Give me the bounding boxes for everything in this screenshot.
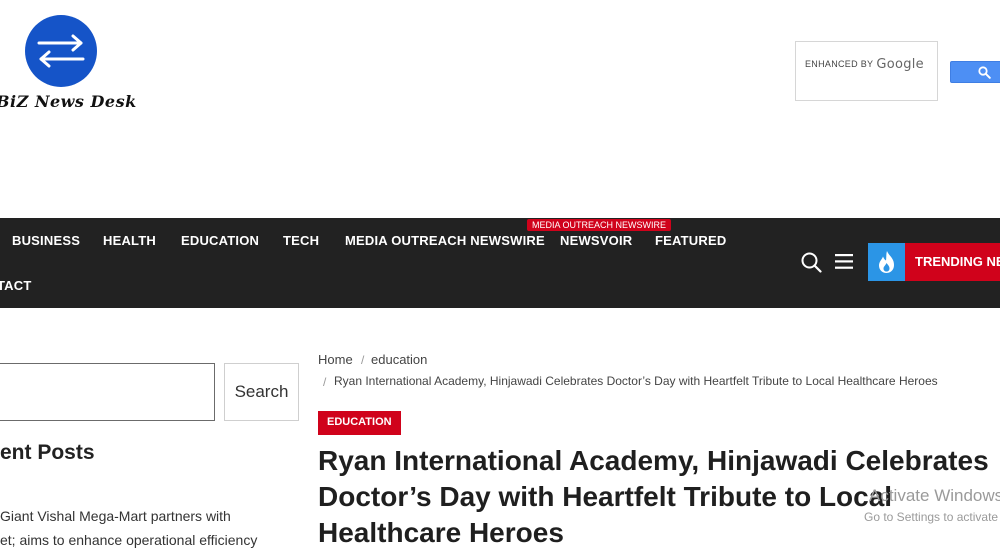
breadcrumb-separator: / <box>361 353 365 367</box>
nav-item-contact[interactable]: TACT <box>0 278 32 293</box>
google-search-button[interactable] <box>950 61 1000 83</box>
windows-watermark-subtitle: Go to Settings to activate Windows. <box>864 510 1000 524</box>
flame-icon <box>879 251 894 273</box>
nav-badge: MEDIA OUTREACH NEWSWIRE <box>527 219 672 231</box>
breadcrumb-home[interactable]: Home <box>318 352 353 367</box>
recent-posts-heading: ent Posts <box>0 441 95 464</box>
trending-button[interactable] <box>868 243 905 281</box>
category-badge[interactable]: EDUCATION <box>318 411 401 435</box>
google-search-input[interactable]: ENHANCED BY Google <box>795 41 938 101</box>
recent-post-link[interactable]: Giant Vishal Mega-Mart partners with <box>0 508 231 524</box>
enhanced-by-text: ENHANCED BY <box>805 59 874 69</box>
breadcrumb-separator: / <box>323 375 327 389</box>
magnifier-icon <box>978 66 991 79</box>
search-icon[interactable] <box>801 252 822 273</box>
nav-item-education[interactable]: EDUCATION <box>181 233 259 248</box>
breadcrumb-current: Ryan International Academy, Hinjawadi Ce… <box>334 374 938 388</box>
nav-item-featured[interactable]: FEATURED <box>655 233 726 248</box>
nav-item-media-outreach[interactable]: MEDIA OUTREACH NEWSWIRE <box>345 233 545 248</box>
nav-item-tech[interactable]: TECH <box>283 233 319 248</box>
nav-item-business[interactable]: BUSINESS <box>12 233 80 248</box>
windows-watermark-title: Activate Windows <box>869 486 1000 505</box>
site-logo-text[interactable]: BiZ News Desk <box>0 92 137 111</box>
hamburger-icon[interactable] <box>835 254 853 269</box>
sidebar-search-button[interactable]: Search <box>224 363 299 421</box>
site-logo[interactable] <box>25 15 97 87</box>
nav-item-newsvoir[interactable]: NEWSVOIR <box>560 233 632 248</box>
breadcrumb-category[interactable]: education <box>371 352 427 367</box>
page: BiZ News Desk ENHANCED BY Google MEDIA OU… <box>0 0 1000 548</box>
article-title-line: Ryan International Academy, Hinjawadi Ce… <box>318 445 989 476</box>
sidebar-search-input[interactable] <box>0 363 215 421</box>
swap-arrows-icon <box>37 34 85 68</box>
nav-item-health[interactable]: HEALTH <box>103 233 156 248</box>
google-brand: Google <box>876 57 924 72</box>
trending-news-label[interactable]: TRENDING NEWS <box>905 243 1000 281</box>
recent-post-link[interactable]: et; aims to enhance operational efficien… <box>0 532 257 548</box>
enhanced-by-label: ENHANCED BY Google <box>805 56 924 72</box>
